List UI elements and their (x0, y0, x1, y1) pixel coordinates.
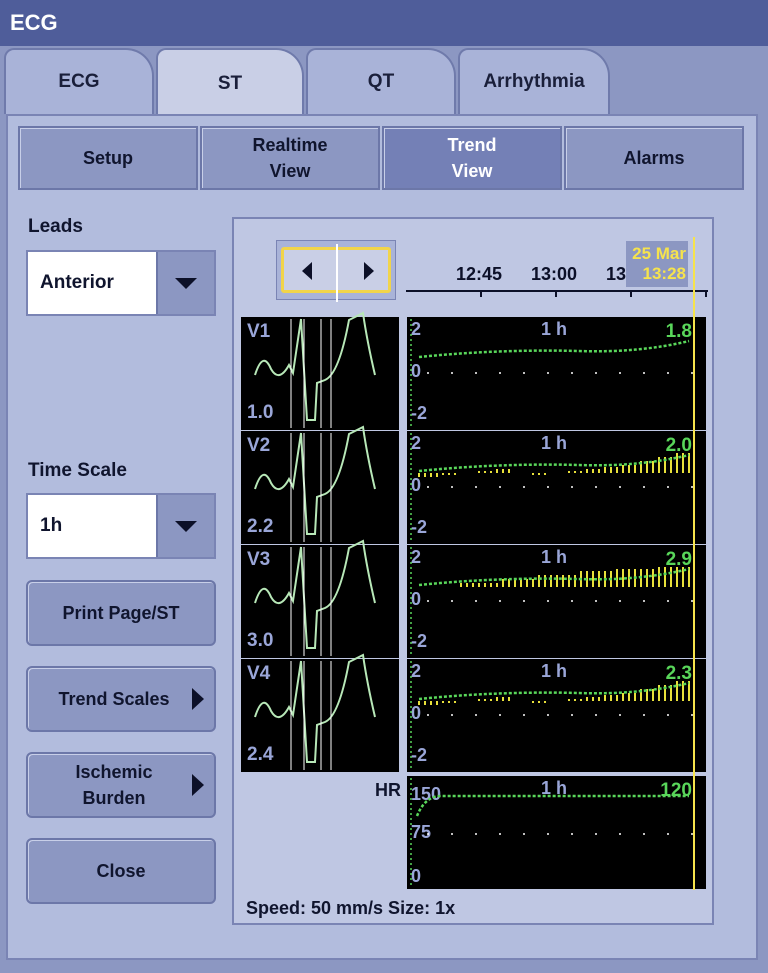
waveform-overlay (254, 311, 697, 887)
hr-trend-line (415, 794, 689, 817)
speed-size-status: Speed: 50 mm/s Size: 1x (246, 898, 456, 918)
st-trend-line (418, 339, 690, 359)
ecg-complex (254, 653, 376, 763)
st-trend-line (418, 453, 690, 473)
st-trend-line (418, 567, 690, 587)
ecg-complex (254, 539, 376, 649)
ecg-complex (254, 311, 376, 421)
st-trend-line (418, 681, 690, 701)
ecg-complex (254, 425, 376, 535)
time-cursor[interactable] (693, 237, 695, 890)
